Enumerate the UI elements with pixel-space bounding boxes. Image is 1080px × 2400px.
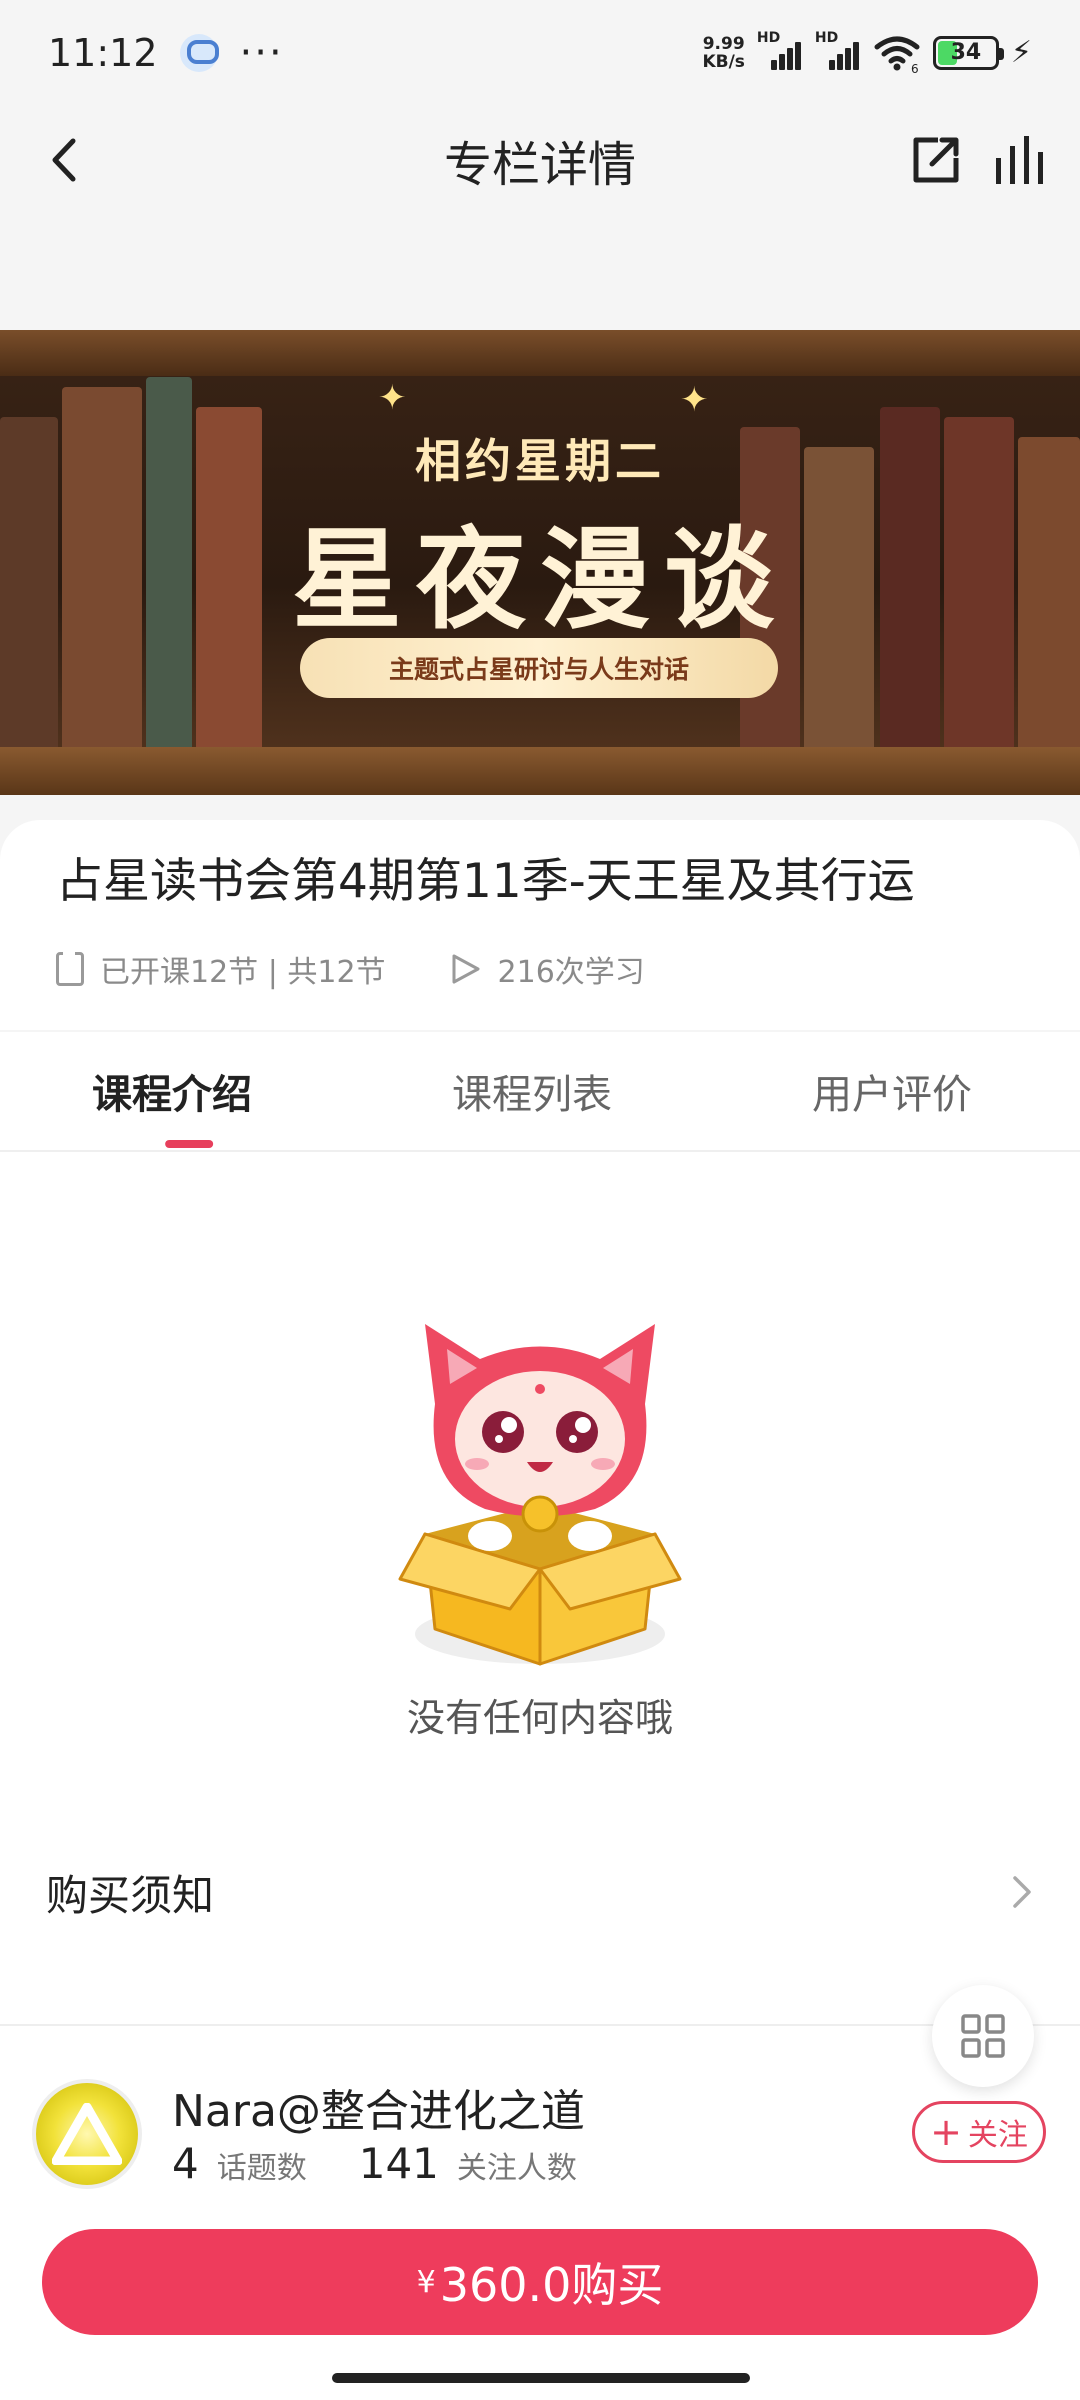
course-info-card: 占星读书会第4期第11季-天王星及其行运 已开课12节 | 共12节 216次学… — [0, 820, 1080, 1030]
grid-menu-button[interactable] — [932, 1985, 1034, 2087]
follow-button[interactable]: + 关注 — [912, 2101, 1046, 2163]
cellular-signal-icon: HD — [757, 30, 803, 70]
back-button[interactable] — [34, 127, 94, 193]
topics-label: 话题数 — [216, 2151, 307, 2186]
status-bar: 11:12 ··· 9.99 KB/s HD HD 6 34 ⚡ — [0, 0, 1080, 105]
network-speed-unit: KB/s — [702, 51, 745, 72]
topics-count: 4 — [172, 2139, 199, 2188]
follow-label: 关注 — [967, 2118, 1028, 2153]
tab-content: 没有任何内容哦 购买须知 — [0, 1152, 1080, 2027]
banner-title: 星夜漫谈 — [292, 515, 788, 644]
triangle-logo-icon — [52, 2103, 122, 2165]
battery-level: 34 — [950, 40, 982, 65]
author-stats: 4 话题数 141 关注人数 — [172, 2139, 577, 2188]
banner-subtitle: 相约星期二 — [415, 434, 665, 488]
shelf-bottom — [0, 747, 1080, 795]
battery-icon: 34 — [932, 35, 1004, 70]
play-icon — [452, 954, 480, 984]
course-banner[interactable]: ✦ ✦ 相约星期二 星夜漫谈 主题式占星研讨与人生对话 — [0, 330, 1080, 795]
stats-icon[interactable] — [990, 132, 1050, 188]
star-icon: ✦ — [378, 378, 407, 418]
tab-course-intro[interactable]: 课程介绍 — [0, 1032, 385, 1150]
lesson-count-text: 已开课12节 | 共12节 — [100, 955, 386, 990]
plus-icon: + — [930, 2110, 962, 2154]
currency-symbol: ¥ — [416, 2264, 436, 2300]
wifi-icon: 6 — [874, 36, 920, 73]
app-notification-icon — [179, 33, 219, 72]
hd-label: HD — [756, 29, 781, 46]
buy-button[interactable]: ¥ 360.0购买 — [42, 2229, 1038, 2335]
home-indicator[interactable] — [332, 2373, 750, 2383]
course-meta: 已开课12节 | 共12节 216次学习 — [56, 947, 1024, 991]
share-icon[interactable] — [908, 132, 964, 188]
empty-state-text: 没有任何内容哦 — [406, 1696, 673, 1740]
grid-icon — [961, 2014, 1005, 2058]
lesson-count: 已开课12节 | 共12节 — [56, 947, 386, 991]
cellular-signal-2-icon: HD — [815, 30, 861, 70]
network-speed-value: 9.99 — [702, 33, 745, 54]
divider — [0, 2024, 1080, 2026]
purchase-notice-row[interactable]: 购买须知 — [0, 1832, 1080, 1952]
tab-user-reviews[interactable]: 用户评价 — [679, 1032, 1080, 1150]
tab-bar: 课程介绍 课程列表 用户评价 — [0, 1032, 1080, 1152]
page-title: 专栏详情 — [443, 137, 636, 193]
purchase-notice-label: 购买须知 — [46, 1870, 215, 1920]
header-bar: 专栏详情 — [0, 105, 1080, 215]
followers-label: 关注人数 — [456, 2151, 577, 2186]
chevron-left-icon — [52, 138, 76, 182]
buy-label: 360.0购买 — [439, 2258, 664, 2312]
charging-bolt-icon: ⚡ — [1010, 35, 1032, 70]
course-title: 占星读书会第4期第11季-天王星及其行运 — [56, 854, 915, 909]
view-count: 216次学习 — [448, 947, 645, 991]
document-icon — [56, 952, 84, 986]
hd-label-2: HD — [814, 29, 839, 46]
star-icon: ✦ — [680, 380, 709, 420]
tab-course-list[interactable]: 课程列表 — [385, 1032, 678, 1150]
view-count-text: 216次学习 — [497, 955, 645, 990]
network-speed: 9.99 KB/s — [702, 35, 744, 71]
chevron-right-icon — [1013, 1876, 1031, 1908]
banner-tagline: 主题式占星研讨与人生对话 — [300, 638, 778, 698]
status-time: 11:12 — [48, 30, 158, 75]
author-avatar[interactable] — [32, 2079, 142, 2189]
wifi-sub-label: 6 — [911, 62, 919, 73]
followers-count: 141 — [358, 2139, 439, 2188]
author-name[interactable]: Nara@整合进化之道 — [172, 2075, 585, 2139]
author-bar: Nara@整合进化之道 4 话题数 141 关注人数 + 关注 ¥ 360.0购… — [0, 1985, 1080, 2400]
shelf-top — [0, 330, 1080, 376]
more-notifications-icon: ··· — [239, 29, 284, 76]
